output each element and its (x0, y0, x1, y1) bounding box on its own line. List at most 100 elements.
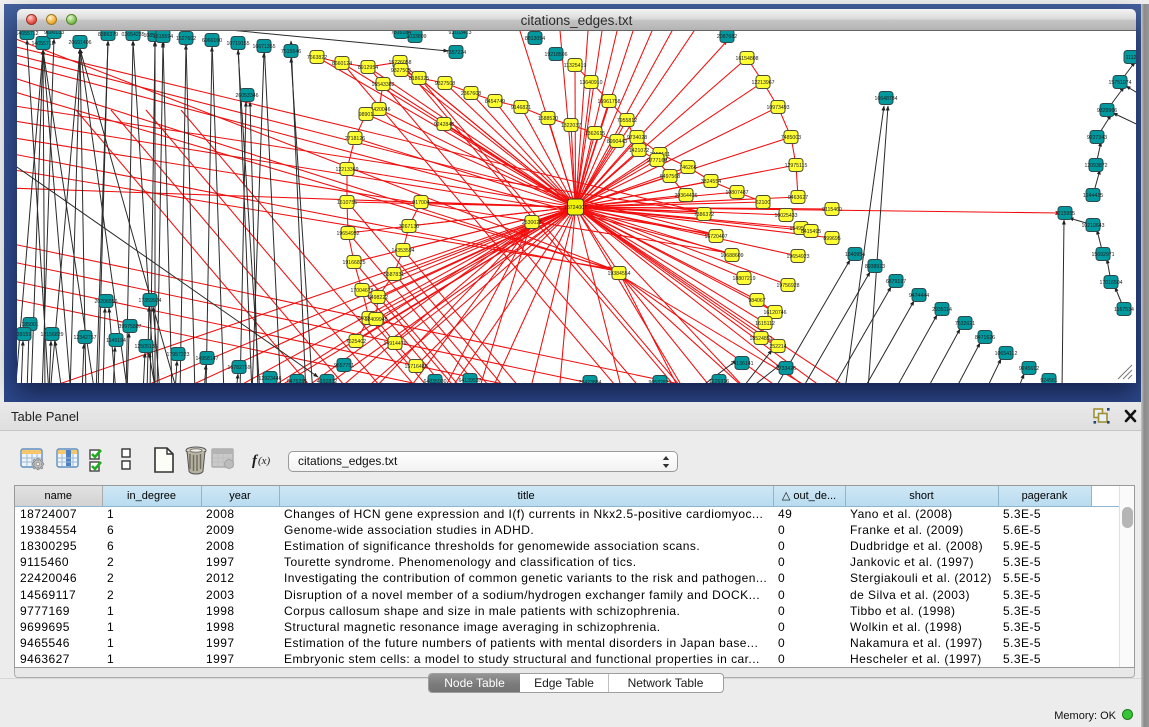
svg-text:9146821: 9146821 (511, 105, 531, 111)
svg-text:9329966: 9329966 (1097, 108, 1117, 114)
svg-text:20206556: 20206556 (94, 299, 117, 305)
svg-text:15692971: 15692971 (1091, 252, 1114, 258)
svg-text:12156829: 12156829 (40, 332, 63, 338)
svg-text:18524851: 18524851 (749, 336, 772, 342)
svg-text:6497568: 6497568 (660, 174, 680, 180)
svg-text:252214: 252214 (769, 344, 786, 350)
svg-text:1145194: 1145194 (106, 338, 126, 344)
svg-text:7955812: 7955812 (617, 118, 637, 124)
svg-text:5587831: 5587831 (384, 272, 404, 278)
svg-text:2530025: 2530025 (522, 220, 542, 226)
svg-text:8415495: 8415495 (801, 229, 821, 235)
svg-text:12975115: 12975115 (785, 163, 808, 169)
svg-text:20691406: 20691406 (68, 40, 91, 46)
svg-text:1640954: 1640954 (845, 252, 865, 258)
svg-text:39159: 39159 (17, 332, 31, 338)
svg-text:16648784: 16648784 (874, 96, 897, 102)
svg-text:1112: 1112 (1126, 55, 1136, 61)
svg-text:17016504: 17016504 (1099, 280, 1122, 286)
svg-text:62100: 62100 (756, 200, 771, 206)
svg-text:96532871: 96532871 (648, 380, 671, 383)
svg-text:1610755: 1610755 (337, 200, 357, 206)
svg-text:16154808: 16154808 (735, 56, 758, 62)
svg-text:8813054: 8813054 (525, 36, 545, 42)
svg-text:7357224: 7357224 (446, 50, 466, 56)
svg-text:10807487: 10807487 (725, 190, 748, 196)
svg-text:9474444: 9474444 (909, 293, 929, 299)
svg-text:72423884: 72423884 (578, 380, 601, 383)
svg-text:1322037: 1322037 (561, 123, 581, 129)
svg-text:8990443: 8990443 (607, 139, 627, 145)
svg-text:64139537: 64139537 (458, 378, 481, 383)
svg-text:6879197: 6879197 (886, 279, 906, 285)
svg-text:917004: 917004 (412, 200, 429, 206)
svg-text:12923446: 12923446 (258, 376, 281, 382)
svg-text:1615594: 1615594 (153, 34, 173, 40)
svg-text:19166825: 19166825 (342, 260, 365, 266)
svg-text:9115460: 9115460 (822, 207, 842, 213)
svg-text:13640910: 13640910 (579, 80, 602, 86)
svg-text:1527602: 1527602 (176, 36, 196, 42)
svg-text:984067: 984067 (748, 298, 765, 304)
svg-text:9657751: 9657751 (334, 363, 354, 369)
svg-text:10654112: 10654112 (995, 351, 1018, 357)
svg-text:14353594: 14353594 (391, 248, 414, 254)
svg-text:746266: 746266 (679, 165, 696, 171)
svg-text:9242848: 9242848 (434, 122, 454, 128)
svg-text:7816184: 7816184 (391, 31, 411, 36)
svg-text:2087682: 2087682 (717, 34, 737, 40)
svg-text:10210643: 10210643 (1081, 223, 1104, 229)
svg-text:7663822: 7663822 (307, 55, 327, 61)
svg-text:15751074: 15751074 (1108, 80, 1131, 86)
svg-text:15716485: 15716485 (404, 364, 427, 370)
svg-text:8938923: 8938923 (865, 264, 885, 270)
svg-text:9245612: 9245612 (1019, 366, 1039, 372)
svg-text:64835030: 64835030 (423, 379, 446, 383)
svg-text:8186325: 8186325 (409, 76, 429, 82)
svg-text:19654952: 19654952 (336, 231, 359, 237)
svg-text:1588520: 1588520 (538, 116, 558, 122)
svg-text:19384554: 19384554 (607, 271, 630, 277)
svg-text:9734028: 9734028 (627, 135, 647, 141)
svg-text:3824554: 3824554 (701, 179, 721, 185)
svg-text:17957223: 17957223 (166, 352, 189, 358)
svg-text:14914479: 14914479 (383, 341, 406, 347)
svg-text:19218506: 19218506 (544, 52, 567, 58)
svg-text:1167534: 1167534 (1114, 307, 1134, 313)
svg-text:1421072: 1421072 (629, 148, 649, 154)
svg-text:93103413: 93103413 (448, 31, 471, 36)
svg-text:9463627: 9463627 (788, 195, 808, 201)
svg-text:2935114: 2935114 (932, 307, 952, 313)
svg-text:8386379: 8386379 (98, 32, 118, 38)
svg-text:19756928: 19756928 (776, 283, 799, 289)
svg-text:10025433: 10025433 (774, 213, 797, 219)
svg-text:185001: 185001 (21, 322, 38, 328)
svg-text:98901: 98901 (359, 112, 374, 118)
svg-text:1244415: 1244415 (1083, 193, 1103, 199)
svg-text:1615112: 1615112 (755, 321, 775, 327)
svg-text:14055712: 14055712 (31, 41, 54, 47)
svg-text:12213369: 12213369 (335, 167, 358, 173)
svg-text:19654923: 19654923 (786, 254, 809, 260)
svg-text:14055712: 14055712 (17, 31, 39, 37)
svg-text:10688609: 10688609 (720, 253, 743, 259)
svg-text:12342757: 12342757 (73, 335, 96, 341)
svg-text:39975887: 39975887 (118, 324, 141, 330)
svg-text:9600133: 9600133 (44, 31, 64, 36)
svg-text:12213967: 12213967 (751, 80, 774, 86)
svg-text:9327508: 9327508 (435, 81, 455, 87)
svg-text:7386372: 7386372 (694, 212, 714, 218)
svg-text:899695: 899695 (823, 236, 840, 242)
svg-text:18724007: 18724007 (564, 205, 587, 211)
svg-text:17359924: 17359924 (138, 298, 161, 304)
svg-text:(x): (x) (258, 455, 271, 467)
svg-text:9777169: 9777169 (647, 158, 667, 164)
svg-text:16671355: 16671355 (252, 44, 275, 50)
svg-text:6475255: 6475255 (287, 379, 307, 383)
svg-text:7632621: 7632621 (955, 321, 975, 327)
svg-text:4192832: 4192832 (317, 379, 337, 383)
svg-text:14136141: 14136141 (730, 361, 753, 367)
svg-text:8912954: 8912954 (358, 65, 378, 71)
svg-text:3215955: 3215955 (1055, 211, 1075, 217)
svg-text:10719155: 10719155 (226, 41, 249, 47)
